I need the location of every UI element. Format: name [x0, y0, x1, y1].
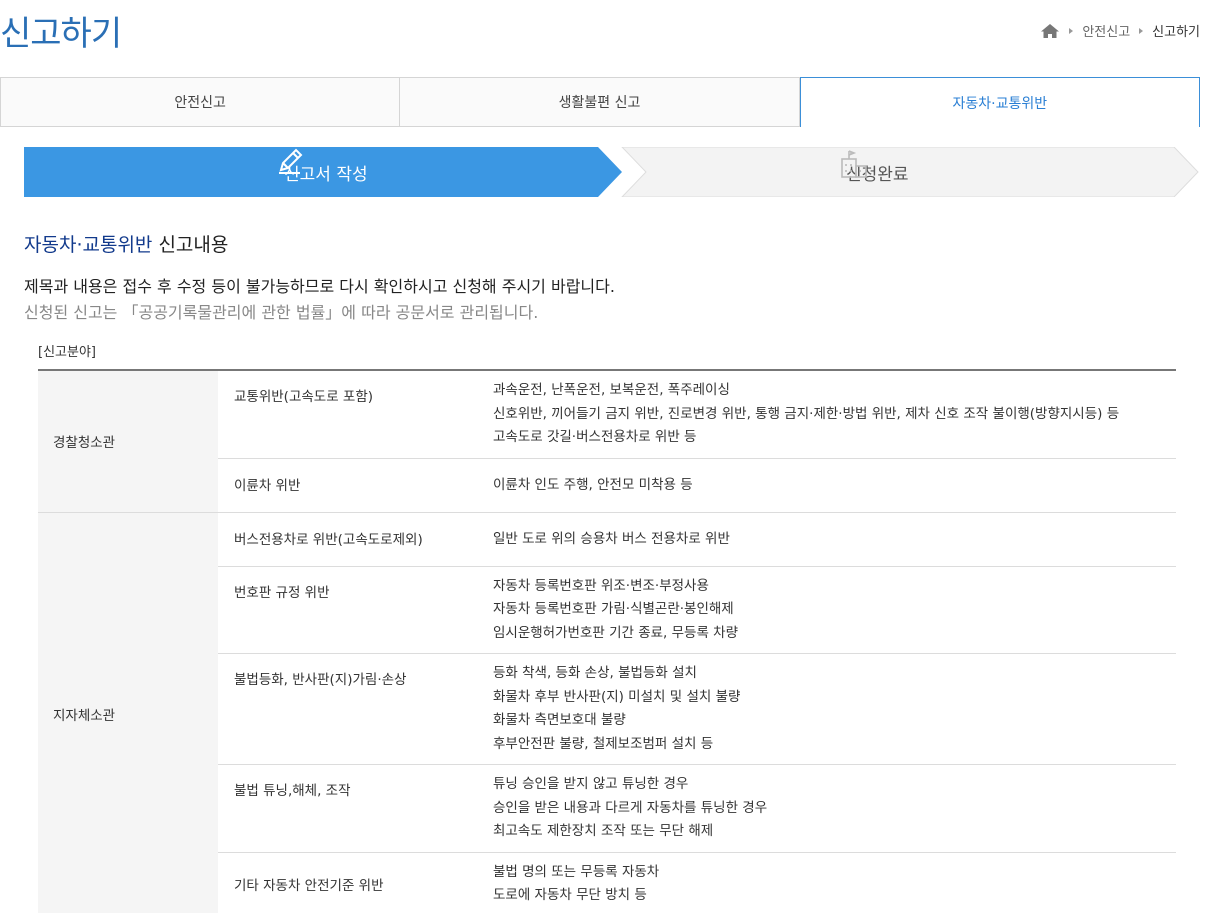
- tab-traffic-violation[interactable]: 자동차·교통위반: [799, 77, 1200, 127]
- tab-living-inconvenience[interactable]: 생활불편 신고: [400, 77, 800, 127]
- table-row: 지자체소관 버스전용차로 위반(고속도로제외) 일반 도로 위의 승용차 버스 …: [38, 512, 1176, 913]
- description-line: 자동차 등록번호판 위조·변조·부정사용: [493, 577, 709, 594]
- category-cell: 이륜차 위반: [218, 458, 478, 513]
- section-title-rest: 신고내용: [152, 234, 229, 256]
- description-line: 화물차 측면보호대 불량: [493, 712, 626, 728]
- description-line: 최고속도 제한장치 조작 또는 무단 해제: [493, 823, 714, 839]
- breadcrumb-separator: [1069, 27, 1074, 34]
- breadcrumb-current: 신고하기: [1152, 25, 1200, 40]
- table-row: 경찰청소관 교통위반(고속도로 포함) 과속운전, 난폭운전, 보복운전, 폭주…: [38, 370, 1176, 513]
- description-line: 후부안전판 불량, 철제보조범퍼 설치 등: [493, 735, 714, 752]
- description-line: 튜닝 승인을 받지 않고 튜닝한 경우: [493, 776, 689, 792]
- description-cell: 불법 명의 또는 무등록 자동차 도로에 자동차 무단 방치 등: [478, 852, 1176, 913]
- category-cell: 번호판 규정 위반: [218, 566, 478, 654]
- category-cell: 불법등화, 반사판(지)가림·손상: [218, 653, 478, 765]
- notice-sub: 신청된 신고는 「공공기록물관리에 관한 법률」에 따라 공문서로 관리됩니다.: [24, 303, 539, 322]
- description-cell: 자동차 등록번호판 위조·변조·부정사용 자동차 등록번호판 가림·식별곤란·봉…: [478, 566, 1176, 654]
- steps-background: [24, 147, 1199, 197]
- report-category-table: 경찰청소관 교통위반(고속도로 포함) 과속운전, 난폭운전, 보복운전, 폭주…: [38, 369, 1176, 913]
- description-line: 임시운행허가번호판 기간 종료, 무등록 차량: [493, 624, 739, 641]
- description-line: 고속도로 갓길·버스전용차로 위반 등: [493, 429, 697, 445]
- home-icon[interactable]: [1040, 23, 1060, 39]
- breadcrumb: 안전신고 신고하기: [1040, 21, 1200, 40]
- description-line: 승인을 받은 내용과 다르게 자동차를 튜닝한 경우: [493, 799, 768, 816]
- description-line: 도로에 자동차 무단 방치 등: [493, 887, 647, 903]
- description-line: 신호위반, 끼어들기 금지 위반, 진로변경 위반, 통행 금지·제한·방법 위…: [493, 405, 1120, 422]
- description-cell: 튜닝 승인을 받지 않고 튜닝한 경우 승인을 받은 내용과 다르게 자동차를 …: [478, 764, 1176, 853]
- category-cell: 불법 튜닝,해체, 조작: [218, 764, 478, 853]
- agency-cell: 경찰청소관: [38, 370, 218, 513]
- description-line: 화물차 후부 반사판(지) 미설치 및 설치 불량: [493, 688, 741, 705]
- section-title: 자동차·교통위반 신고내용: [24, 230, 228, 257]
- breadcrumb-item[interactable]: 안전신고: [1082, 21, 1130, 40]
- breadcrumb-separator: [1139, 27, 1144, 34]
- description-cell: 이륜차 인도 주행, 안전모 미착용 등: [478, 458, 1176, 513]
- agency-cell: 지자체소관: [38, 512, 218, 913]
- notice-main: 제목과 내용은 접수 후 수정 등이 불가능하므로 다시 확인하시고 신청해 주…: [24, 277, 615, 296]
- tab-safety-report[interactable]: 안전신고: [0, 77, 401, 127]
- category-tabs: 안전신고 생활불편 신고 자동차·교통위반: [0, 77, 1200, 127]
- category-cell: 기타 자동차 안전기준 위반: [218, 852, 478, 913]
- progress-steps: 신고서 작성 신청완료: [24, 147, 1200, 197]
- description-line: 이륜차 인도 주행, 안전모 미착용 등: [493, 476, 693, 493]
- description-line: 일반 도로 위의 승용차 버스 전용차로 위반: [493, 530, 730, 547]
- step-complete: 신청완료: [838, 147, 909, 197]
- category-cell: 버스전용차로 위반(고속도로제외): [218, 512, 478, 567]
- description-line: 자동차 등록번호판 가림·식별곤란·봉인해제: [493, 601, 734, 617]
- field-label: [신고분야]: [38, 345, 96, 360]
- description-cell: 일반 도로 위의 승용차 버스 전용차로 위반: [478, 512, 1176, 567]
- description-cell: 과속운전, 난폭운전, 보복운전, 폭주레이싱 신호위반, 끼어들기 금지 위반…: [478, 370, 1176, 459]
- section-title-highlight: 자동차·교통위반: [24, 234, 153, 256]
- description-line: 등화 착색, 등화 손상, 불법등화 설치: [493, 665, 697, 681]
- step-write-form: 신고서 작성: [276, 147, 368, 197]
- description-cell: 등화 착색, 등화 손상, 불법등화 설치 화물차 후부 반사판(지) 미설치 …: [478, 653, 1176, 765]
- page-title: 신고하기: [0, 14, 122, 54]
- description-line: 불법 명의 또는 무등록 자동차: [493, 863, 660, 880]
- category-cell: 교통위반(고속도로 포함): [218, 370, 478, 459]
- description-line: 과속운전, 난폭운전, 보복운전, 폭주레이싱: [493, 382, 730, 398]
